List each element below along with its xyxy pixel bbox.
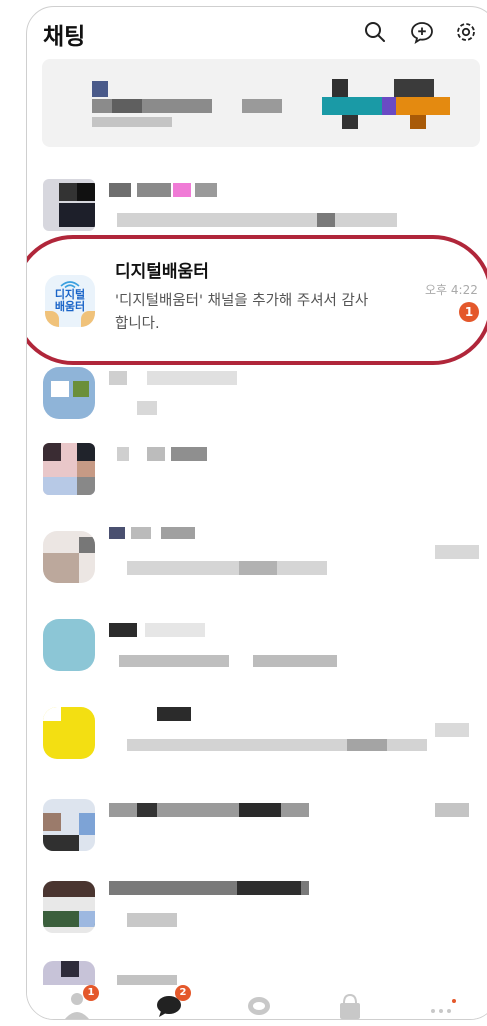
search-icon[interactable]: [362, 19, 388, 45]
blurred-name: [109, 371, 127, 385]
blurred-name: [147, 447, 165, 461]
blurred-block: [242, 99, 282, 113]
list-item[interactable]: [27, 367, 487, 423]
tab-bar: 1 2: [27, 985, 487, 1019]
blurred-preview: [239, 561, 277, 575]
blurred-name: [109, 183, 131, 197]
highlight-circle: [27, 235, 487, 365]
blurred-name: [137, 803, 157, 817]
tab-chats[interactable]: 2: [151, 985, 191, 1019]
blurred-block: [92, 99, 212, 113]
blurred-name: [145, 623, 205, 637]
blurred-block: [396, 97, 450, 115]
avatar: [43, 443, 95, 495]
avatar: [43, 531, 95, 583]
list-item[interactable]: [27, 179, 487, 235]
avatar: [43, 179, 95, 231]
blurred-name: [237, 881, 301, 895]
blurred-preview: [347, 739, 387, 751]
blurred-block: [394, 79, 434, 97]
blurred-block: [92, 117, 172, 127]
tab-badge: 2: [175, 985, 191, 1001]
list-item[interactable]: [27, 793, 487, 853]
blurred-block: [382, 97, 396, 115]
blurred-name: [173, 183, 191, 197]
settings-icon[interactable]: [453, 19, 479, 45]
avatar: [43, 367, 95, 419]
more-icon: [431, 999, 456, 1013]
blurred-time: [435, 803, 469, 817]
blurred-name: [171, 447, 207, 461]
blurred-name: [137, 183, 171, 197]
blurred-preview: [119, 655, 229, 667]
shopping-bag-icon: [340, 993, 360, 1019]
tab-open-chat[interactable]: [241, 985, 281, 1019]
blurred-name: [109, 527, 125, 539]
blurred-block: [112, 99, 142, 113]
blurred-name: [131, 527, 151, 539]
banner-ad[interactable]: [42, 59, 480, 147]
blurred-name: [117, 447, 129, 461]
blurred-block: [332, 79, 348, 97]
blurred-preview: [317, 213, 335, 227]
list-item[interactable]: [27, 877, 487, 937]
blurred-block: [92, 81, 108, 97]
new-chat-icon[interactable]: [409, 19, 435, 45]
blurred-preview: [127, 913, 177, 927]
list-item[interactable]: [27, 443, 487, 499]
header: 채팅: [27, 7, 487, 59]
avatar: [43, 707, 95, 759]
blurred-time: [435, 723, 469, 737]
tab-friends[interactable]: 1: [59, 985, 99, 1019]
tab-more[interactable]: [423, 985, 463, 1019]
tab-badge: 1: [83, 985, 99, 1001]
list-item[interactable]: [27, 613, 487, 673]
blurred-block: [322, 97, 382, 115]
blurred-name: [157, 707, 191, 721]
blurred-block: [342, 115, 358, 129]
blurred-name: [195, 183, 217, 197]
blurred-name: [109, 623, 137, 637]
blurred-preview: [117, 213, 397, 227]
blurred-preview: [127, 561, 327, 575]
blurred-name: [239, 803, 281, 817]
list-item[interactable]: [27, 523, 487, 583]
blurred-name: [147, 371, 237, 385]
blurred-time: [435, 545, 479, 559]
blurred-block: [410, 115, 426, 129]
blurred-name: [161, 527, 195, 539]
tab-shopping[interactable]: [331, 985, 371, 1019]
avatar: [43, 619, 95, 671]
blurred-preview: [253, 655, 337, 667]
list-item[interactable]: [27, 697, 487, 767]
blurred-preview: [137, 401, 157, 415]
avatar: [43, 881, 95, 933]
phone-screen: 채팅 디지털 배움터 디지털배움터 '디지털배움터' 채널을 추가해 주셔서 감…: [26, 6, 487, 1020]
open-chat-icon: [248, 997, 270, 1015]
avatar: [43, 799, 95, 851]
page-title: 채팅: [43, 24, 86, 50]
